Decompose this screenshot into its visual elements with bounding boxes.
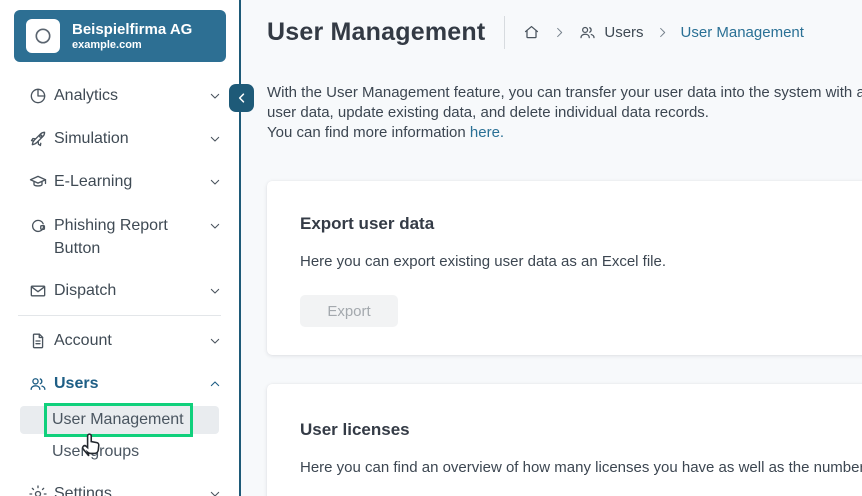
export-user-data-card: Export user data Here you can export exi… bbox=[267, 181, 862, 355]
chevron-down-icon bbox=[207, 131, 223, 147]
page-title: User Management bbox=[267, 18, 485, 47]
export-button[interactable]: Export bbox=[300, 295, 398, 327]
rocket-icon bbox=[28, 129, 48, 149]
chevron-down-icon bbox=[207, 218, 223, 234]
organization-domain: example.com bbox=[72, 39, 192, 52]
intro-line-2: user data, update existing data, and del… bbox=[267, 103, 862, 123]
more-information-link[interactable]: here. bbox=[470, 124, 504, 141]
chevron-down-icon bbox=[207, 88, 223, 104]
sub-item-label: User groups bbox=[52, 443, 139, 461]
sidebar-item-e-learning[interactable]: E-Learning bbox=[0, 160, 239, 203]
organization-card[interactable]: Beispielfirma AG example.com bbox=[14, 10, 226, 62]
graduation-cap-icon bbox=[28, 172, 48, 192]
sidebar-item-label: Dispatch bbox=[54, 282, 207, 300]
card-body: Here you can export existing user data a… bbox=[300, 253, 862, 270]
user-licenses-card: User licenses Here you can find an overv… bbox=[267, 384, 862, 496]
chevron-down-icon bbox=[207, 486, 223, 496]
breadcrumb-users[interactable]: Users bbox=[578, 23, 643, 42]
sub-item-label: User Management bbox=[52, 411, 184, 429]
main-content: User Management Users User Management bbox=[243, 0, 862, 496]
organization-logo-icon bbox=[26, 19, 60, 53]
breadcrumb-current[interactable]: User Management bbox=[681, 24, 804, 41]
sidebar-item-label: Phishing Report Button bbox=[54, 214, 194, 260]
card-title: User licenses bbox=[300, 420, 862, 440]
sidebar: Beispielfirma AG example.com Analytics S… bbox=[0, 0, 241, 496]
page-header: User Management Users User Management bbox=[267, 0, 862, 50]
header-divider bbox=[504, 16, 505, 49]
sidebar-item-simulation[interactable]: Simulation bbox=[0, 117, 239, 160]
sidebar-item-phishing-report-button[interactable]: Phishing Report Button bbox=[0, 203, 239, 269]
sidebar-collapse-button[interactable] bbox=[229, 84, 254, 112]
chevron-left-icon bbox=[235, 91, 249, 105]
sidebar-item-label: E-Learning bbox=[54, 173, 207, 191]
document-icon bbox=[28, 331, 48, 351]
sidebar-item-user-groups[interactable]: User groups bbox=[20, 438, 219, 466]
card-body: Here you can find an overview of how man… bbox=[300, 459, 862, 476]
sidebar-item-account[interactable]: Account bbox=[0, 319, 239, 362]
breadcrumb: Users User Management bbox=[522, 23, 804, 42]
chevron-right-icon bbox=[552, 25, 567, 40]
sidebar-item-settings[interactable]: Settings bbox=[0, 472, 239, 496]
sidebar-item-users[interactable]: Users bbox=[0, 362, 239, 405]
chevron-up-icon bbox=[207, 376, 223, 392]
chevron-down-icon bbox=[207, 283, 223, 299]
sidebar-item-label: Account bbox=[54, 332, 207, 350]
envelope-icon bbox=[28, 281, 48, 301]
breadcrumb-home[interactable] bbox=[522, 23, 541, 42]
breadcrumb-users-label: Users bbox=[604, 24, 643, 41]
sidebar-item-label: Analytics bbox=[54, 87, 207, 105]
chevron-right-icon bbox=[655, 25, 670, 40]
phishing-hook-icon bbox=[28, 216, 48, 236]
sidebar-item-label: Users bbox=[54, 375, 207, 393]
pie-chart-icon bbox=[28, 86, 48, 106]
sidebar-item-label: Settings bbox=[54, 485, 207, 496]
home-icon bbox=[522, 23, 541, 42]
organization-name: Beispielfirma AG bbox=[72, 21, 192, 39]
sidebar-item-label: Simulation bbox=[54, 130, 207, 148]
chevron-down-icon bbox=[207, 333, 223, 349]
sidebar-divider bbox=[18, 315, 221, 316]
gear-icon bbox=[28, 484, 48, 496]
sidebar-item-user-management[interactable]: User Management bbox=[20, 406, 219, 434]
chevron-down-icon bbox=[207, 174, 223, 190]
intro-line-3: You can find more information here. bbox=[267, 123, 862, 143]
sidebar-nav: Analytics Simulation E-Learning bbox=[0, 74, 239, 496]
sidebar-item-analytics[interactable]: Analytics bbox=[0, 74, 239, 117]
users-icon bbox=[28, 374, 48, 394]
intro-text: With the User Management feature, you ca… bbox=[267, 83, 862, 143]
sidebar-item-dispatch[interactable]: Dispatch bbox=[0, 269, 239, 312]
intro-line-1: With the User Management feature, you ca… bbox=[267, 83, 862, 103]
card-title: Export user data bbox=[300, 214, 862, 234]
users-icon bbox=[578, 23, 597, 42]
